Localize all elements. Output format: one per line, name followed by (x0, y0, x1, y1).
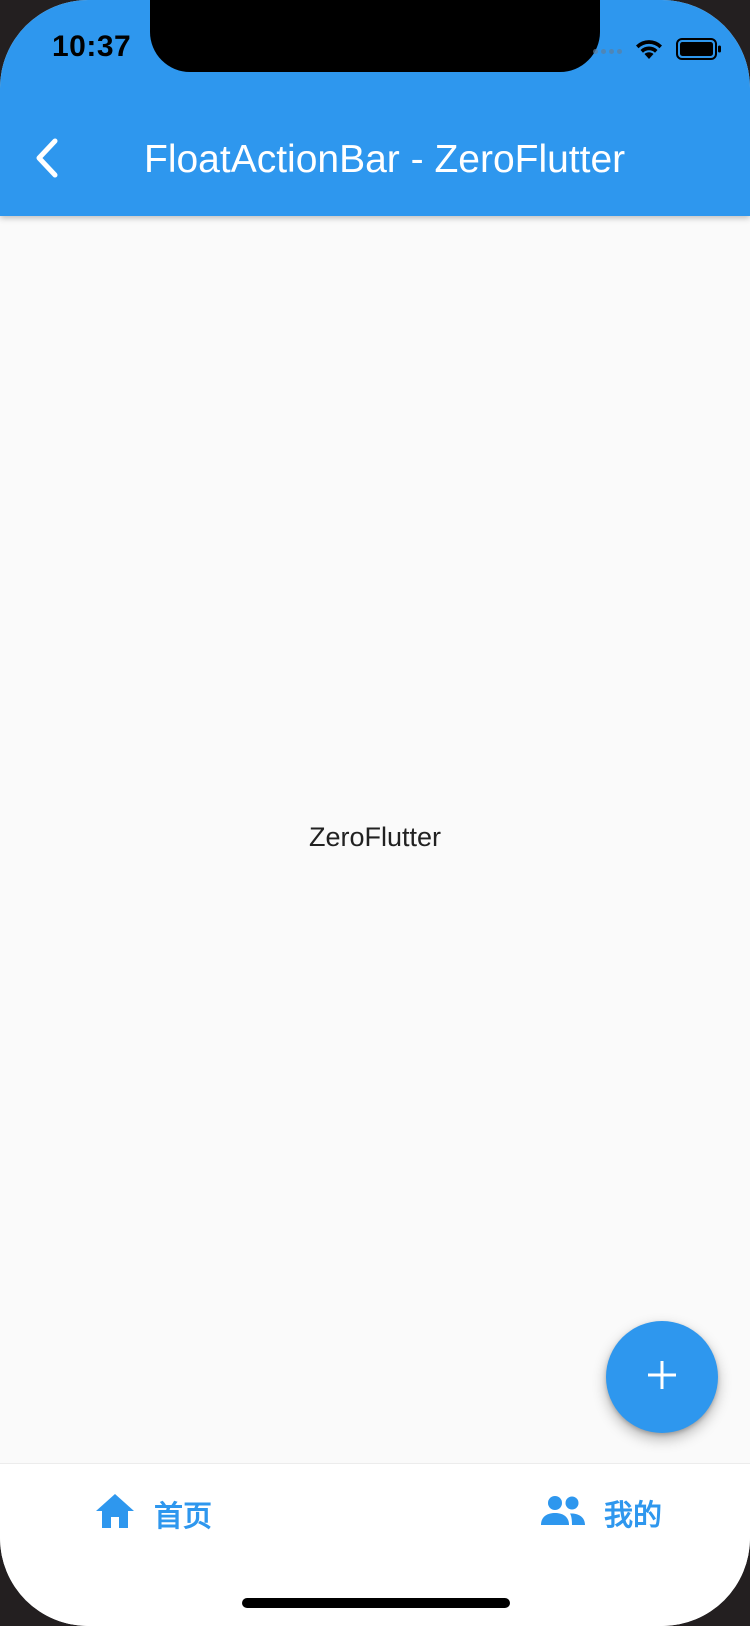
notch (150, 0, 600, 72)
chevron-left-icon (31, 137, 61, 184)
nav-item-mine[interactable]: 我的 (540, 1492, 662, 1534)
status-icons (593, 38, 722, 65)
plus-icon (645, 1358, 679, 1397)
home-indicator (242, 1598, 510, 1608)
home-icon (94, 1492, 136, 1535)
back-button[interactable] (22, 130, 70, 190)
add-fab-button[interactable] (606, 1321, 718, 1433)
phone-screen: 10:37 FloatActionBar - ZeroFlutter ZeroF… (0, 0, 750, 1626)
nav-label-mine: 我的 (604, 1498, 663, 1532)
people-icon (540, 1495, 586, 1532)
page-title: FloatActionBar - ZeroFlutter (144, 138, 626, 181)
signal-icon (593, 49, 622, 54)
nav-label-home: 首页 (154, 1498, 213, 1533)
battery-icon (676, 38, 722, 65)
status-time: 10:37 (52, 30, 132, 63)
wifi-icon (634, 38, 664, 65)
body-text: ZeroFlutter (308, 822, 442, 852)
nav-item-home[interactable]: 首页 (94, 1492, 212, 1535)
